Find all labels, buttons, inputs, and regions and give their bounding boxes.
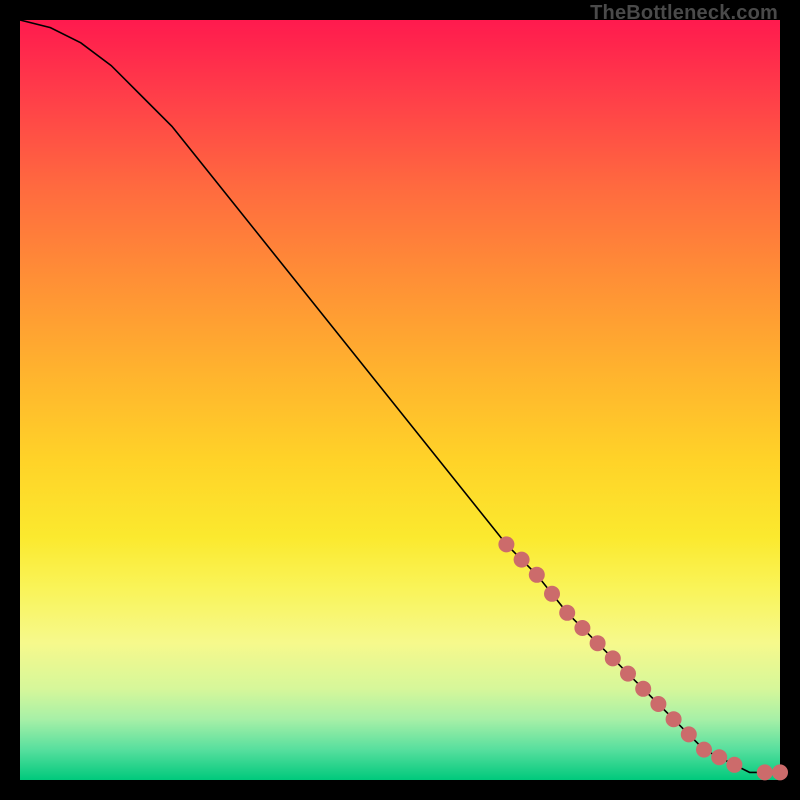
bottleneck-curve — [20, 20, 780, 772]
data-marker — [635, 681, 651, 697]
data-marker — [514, 552, 530, 568]
data-marker — [529, 567, 545, 583]
data-marker — [772, 764, 788, 780]
data-marker — [757, 764, 773, 780]
data-marker — [696, 742, 712, 758]
data-marker — [590, 635, 606, 651]
data-marker — [726, 757, 742, 773]
data-marker — [711, 749, 727, 765]
chart-frame: TheBottleneck.com — [0, 0, 800, 800]
data-marker — [620, 666, 636, 682]
data-marker — [605, 650, 621, 666]
data-marker — [681, 726, 697, 742]
data-marker — [559, 605, 575, 621]
data-marker — [544, 586, 560, 602]
watermark-text: TheBottleneck.com — [590, 2, 778, 25]
plot-area — [20, 20, 780, 780]
data-marker — [574, 620, 590, 636]
data-marker — [650, 696, 666, 712]
curve-svg — [20, 20, 780, 780]
data-marker — [666, 711, 682, 727]
data-marker — [498, 536, 514, 552]
data-markers — [498, 536, 788, 780]
